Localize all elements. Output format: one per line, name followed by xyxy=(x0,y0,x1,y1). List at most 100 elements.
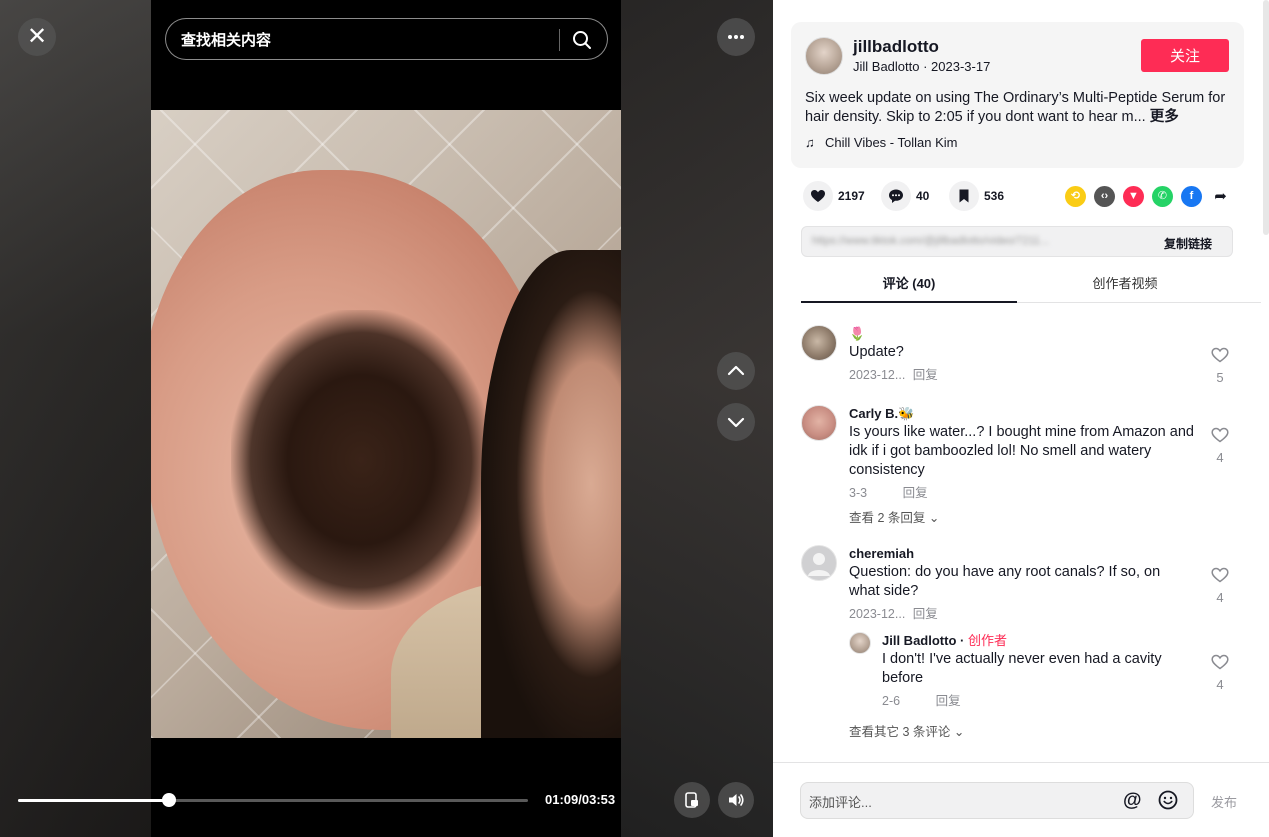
comment-body: Carly B.🐝 Is yours like water...? I boug… xyxy=(849,405,1194,527)
comment-bubble-icon xyxy=(889,189,903,203)
reply-author-line: Jill Badlotto · 创作者 xyxy=(882,632,1192,650)
reply-text: I don't! I've actually never even had a … xyxy=(882,651,1162,686)
progress-fill xyxy=(18,799,170,802)
avatar[interactable] xyxy=(801,405,837,441)
comment-text: Question: do you have any root canals? I… xyxy=(849,564,1161,599)
previous-video-button[interactable] xyxy=(717,352,755,390)
comment-like-count: 4 xyxy=(1216,450,1224,465)
video-link-box[interactable]: https://www.tiktok.com/@jillbadlotto/vid… xyxy=(801,226,1233,257)
detail-panel: jillbadlotto Jill Badlotto · 2023-3-17 关… xyxy=(773,0,1269,837)
comment-author[interactable]: cheremiah xyxy=(849,545,1194,563)
comment-date: 2023-12... xyxy=(849,368,906,382)
comment-input-box[interactable]: @ xyxy=(800,782,1194,819)
post-comment-button[interactable]: 发布 xyxy=(1211,792,1237,811)
reply-button[interactable]: 回复 xyxy=(913,607,938,621)
chevron-down-icon: ⌄ xyxy=(928,511,940,525)
reply-meta: 2-6 回复 xyxy=(882,691,1192,711)
emoji-icon[interactable] xyxy=(1157,789,1179,811)
heart-outline-icon xyxy=(1211,427,1229,443)
tab-comments[interactable]: 评论 (40) xyxy=(801,268,1017,303)
volume-button[interactable] xyxy=(718,782,754,818)
comment-text: Update? xyxy=(849,344,904,360)
video-player[interactable]: ✕ 01:09/03 xyxy=(0,0,773,837)
comment-text: Is yours like water...? I bought mine fr… xyxy=(849,424,1194,478)
more-dot xyxy=(734,35,738,39)
comment-meta: 2023-12... 回复 xyxy=(849,604,1194,624)
panel-scrollbar[interactable] xyxy=(1263,0,1269,235)
creator-badge: 创作者 xyxy=(967,633,1007,648)
comment-count: 40 xyxy=(916,189,930,203)
author-username[interactable]: jillbadlotto xyxy=(853,37,939,57)
volume-icon xyxy=(729,794,744,806)
picture-in-picture-button[interactable] xyxy=(674,782,710,818)
floating-player-icon xyxy=(685,792,698,808)
music-note-icon: ♫ xyxy=(805,135,815,150)
send-icon[interactable]: ▼ xyxy=(1123,186,1144,207)
description-more-link[interactable]: 更多 xyxy=(1150,109,1179,125)
view-more-comments-label: 查看其它 3 条评论 xyxy=(849,725,951,739)
view-replies-label: 查看 2 条回复 xyxy=(849,511,926,525)
comment-like-count: 5 xyxy=(1216,370,1224,385)
comment-composer: @ 发布 xyxy=(773,762,1269,837)
reply-like[interactable]: 4 xyxy=(1210,654,1230,692)
avatar[interactable] xyxy=(801,545,837,581)
chevron-up-icon xyxy=(727,365,745,376)
search-icon[interactable] xyxy=(571,29,593,51)
time-label: 01:09/03:53 xyxy=(545,792,616,807)
copy-link-button[interactable]: 复制链接 xyxy=(1164,235,1212,252)
reply-button[interactable]: 回复 xyxy=(936,694,961,708)
follow-button[interactable]: 关注 xyxy=(1141,39,1229,72)
close-icon: ✕ xyxy=(26,23,48,50)
view-more-comments-link[interactable]: 查看其它 3 条评论 ⌄ xyxy=(849,723,964,741)
mention-icon[interactable]: @ xyxy=(1123,790,1142,812)
heart-outline-icon xyxy=(1211,567,1229,583)
more-dot xyxy=(740,35,744,39)
comment-like[interactable]: 4 xyxy=(1210,567,1230,605)
avatar[interactable] xyxy=(849,632,871,654)
close-button[interactable]: ✕ xyxy=(18,18,56,56)
default-avatar-icon xyxy=(808,553,830,576)
reply-separator: · xyxy=(960,633,968,648)
search-box[interactable] xyxy=(165,18,608,60)
comment-meta: 3-3 回复 xyxy=(849,483,1194,503)
reply-body: Jill Badlotto · 创作者 I don't! I've actual… xyxy=(882,632,1192,711)
bookmark-icon xyxy=(959,189,969,203)
author-name-date: Jill Badlotto · 2023-3-17 xyxy=(853,59,991,74)
comment-meta: 2023-12... 回复 xyxy=(849,365,1194,385)
save-button[interactable] xyxy=(949,181,979,211)
progress-bar[interactable] xyxy=(18,793,528,807)
search-input[interactable] xyxy=(181,30,551,50)
reply-button[interactable]: 回复 xyxy=(903,486,928,500)
repost-icon[interactable]: ⟲ xyxy=(1065,186,1086,207)
reply-button[interactable]: 回复 xyxy=(913,368,938,382)
like-button[interactable] xyxy=(803,181,833,211)
avatar[interactable] xyxy=(801,325,837,361)
more-dots-icon xyxy=(728,35,732,39)
heart-outline-icon xyxy=(1211,654,1229,670)
comment-author[interactable]: Carly B.🐝 xyxy=(849,405,1194,423)
share-arrow-icon[interactable]: ➦ xyxy=(1210,186,1231,207)
heart-outline-icon xyxy=(1211,347,1229,363)
music-link[interactable]: ♫ Chill Vibes - Tollan Kim xyxy=(805,135,957,150)
whatsapp-icon[interactable]: ✆ xyxy=(1152,186,1173,207)
comment-author[interactable]: 🌷 xyxy=(849,325,1194,343)
video-blur-backdrop-left xyxy=(0,0,151,837)
reply-like-count: 4 xyxy=(1216,677,1224,692)
view-replies-link[interactable]: 查看 2 条回复 ⌄ xyxy=(849,509,1194,527)
comment-like[interactable]: 5 xyxy=(1210,347,1230,385)
tiktok-video-page: ✕ 01:09/03 xyxy=(0,0,1269,837)
comment-input[interactable] xyxy=(809,792,1109,812)
comment-body: 🌷 Update? 2023-12... 回复 xyxy=(849,325,1194,385)
comment-button[interactable] xyxy=(881,181,911,211)
author-avatar[interactable] xyxy=(805,37,843,75)
embed-icon[interactable]: ‹› xyxy=(1094,186,1115,207)
next-video-button[interactable] xyxy=(717,403,755,441)
facebook-icon[interactable]: f xyxy=(1181,186,1202,207)
video-frame[interactable] xyxy=(151,0,621,837)
reply-author[interactable]: Jill Badlotto xyxy=(882,633,956,648)
comment-like[interactable]: 4 xyxy=(1210,427,1230,465)
panel-tabs: 评论 (40) 创作者视频 xyxy=(801,268,1261,303)
tab-creator-videos[interactable]: 创作者视频 xyxy=(1017,268,1233,303)
video-description: Six week update on using The Ordinary’s … xyxy=(805,89,1230,127)
more-options-button[interactable] xyxy=(717,18,755,56)
